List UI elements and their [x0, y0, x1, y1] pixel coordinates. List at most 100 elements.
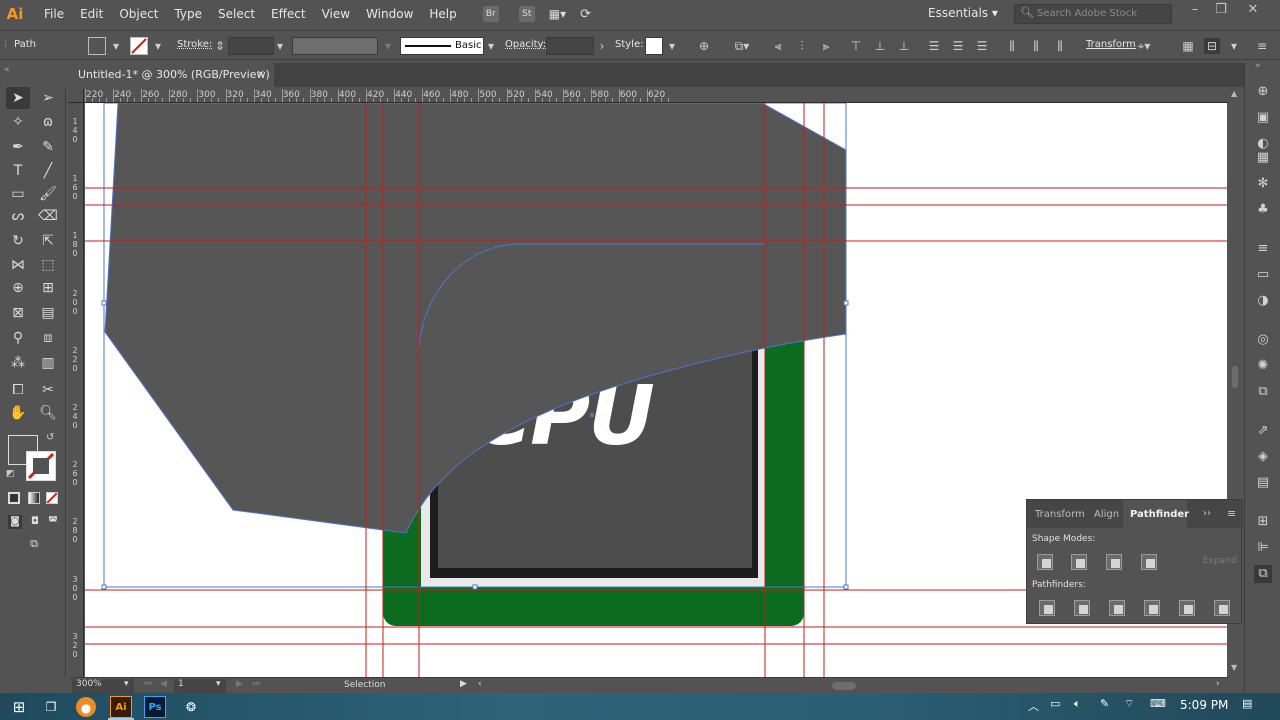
stroke-weight-field[interactable] [228, 37, 274, 55]
task-view-icon[interactable]: ❐ [40, 696, 62, 718]
distribute-center-icon[interactable]: ☰ [950, 38, 966, 54]
zoom-field[interactable]: 300% ▾ [72, 679, 134, 693]
distribute-bottom-icon[interactable]: ☰ [974, 38, 990, 54]
search-stock-input[interactable]: Search Adobe Stock [1014, 4, 1172, 24]
paintbrush-tool-icon[interactable]: 🖌︎ [36, 183, 60, 205]
panel-menu-icon[interactable]: ≡ [1227, 507, 1236, 520]
perspective-grid-tool-icon[interactable]: ⊞ [36, 277, 60, 299]
style-dropdown-icon[interactable]: ▾ [664, 38, 680, 54]
firefox-icon[interactable]: ● [76, 697, 96, 717]
gradient-tool-icon[interactable]: ▤ [36, 302, 60, 324]
ruler-corner[interactable] [68, 89, 84, 103]
first-artboard-icon[interactable]: ⏮ [144, 679, 152, 689]
anchor-point[interactable] [590, 413, 594, 417]
menu-file[interactable]: File [36, 0, 72, 28]
gradient-panel-icon[interactable]: ▭ [1254, 266, 1272, 284]
lasso-tool-icon[interactable]: ɷ [36, 111, 60, 133]
bbox-handle-bl[interactable] [101, 584, 107, 590]
zoom-tool-icon[interactable]: 🔍︎ [36, 402, 60, 424]
crop-button[interactable] [1144, 600, 1160, 616]
menu-view[interactable]: View [314, 0, 358, 28]
column-graph-tool-icon[interactable]: ▥ [36, 352, 60, 374]
shaper-tool-icon[interactable]: ᔕ [6, 205, 30, 227]
stroke-stepper-icon[interactable]: ⇕ [212, 38, 228, 54]
slice-tool-icon[interactable]: ✂ [36, 379, 60, 401]
artboard-dropdown-icon[interactable]: ▾ [216, 679, 221, 689]
bbox-handle-br[interactable] [843, 584, 849, 590]
align-right-icon[interactable]: ⫸ [818, 38, 834, 54]
default-colors-icon[interactable]: ◩ [6, 469, 15, 479]
gradient-mode-icon[interactable] [28, 492, 40, 504]
pathfinder-panel-icon[interactable]: ⧉ [1254, 565, 1272, 583]
align-center-v-icon[interactable]: ⊥ [872, 38, 888, 54]
divide-button[interactable] [1039, 600, 1055, 616]
transform-link[interactable]: Transform [1086, 39, 1136, 50]
hand-tool-icon[interactable]: ✋ [6, 402, 30, 424]
direct-selection-tool-icon[interactable]: ➢ [36, 87, 60, 109]
trim-button[interactable] [1074, 600, 1090, 616]
wifi-icon[interactable]: ⌔ [1124, 697, 1134, 711]
status-menu-icon[interactable]: ▶ [460, 679, 467, 689]
graphic-styles-icon[interactable]: ✺ [1254, 357, 1272, 375]
blend-tool-icon[interactable]: ⧈ [36, 327, 60, 349]
draw-behind-icon[interactable]: ◘ [28, 515, 42, 529]
shape-builder-tool-icon[interactable]: ⊕ [6, 277, 30, 299]
vertical-scroll-thumb[interactable] [1232, 366, 1238, 388]
stroke-dropdown-icon[interactable]: ▾ [150, 38, 166, 54]
control-menu-lines-icon[interactable]: ≡ [1254, 38, 1270, 54]
tools-collapse-icon[interactable]: « [4, 65, 10, 75]
libraries-icon[interactable]: ⊕ [1254, 83, 1272, 101]
dock-collapse-icon[interactable]: » [1255, 61, 1261, 71]
document-tab[interactable]: Untitled-1* @ 300% (RGB/Preview) × [70, 63, 274, 87]
minimize-button[interactable]: – [1184, 2, 1206, 22]
artboard-tool-icon[interactable]: ⧠ [6, 379, 30, 401]
photoshop-taskbar-icon[interactable]: Ps [144, 696, 166, 718]
control-menu-icon[interactable]: ▾ [1226, 38, 1242, 54]
menu-select[interactable]: Select [210, 0, 263, 28]
network-icon[interactable]: ▭ [1050, 697, 1060, 710]
mesh-tool-icon[interactable]: ⊠ [6, 302, 30, 324]
export-icon[interactable]: ⇗ [1254, 422, 1272, 440]
minus-back-button[interactable] [1214, 600, 1230, 616]
reference-point-icon[interactable]: ⌖▾ [1136, 38, 1152, 54]
recolor-artwork-icon[interactable]: ⊕ [696, 38, 712, 54]
bbox-handle-ml[interactable] [101, 300, 107, 306]
profile-dropdown-icon[interactable]: ▾ [380, 38, 396, 54]
scale-tool-icon[interactable]: ⇱ [36, 230, 60, 252]
bbox-handle-mr[interactable] [843, 300, 849, 306]
magic-wand-tool-icon[interactable]: ✧ [6, 111, 30, 133]
width-tool-icon[interactable]: ⋈ [6, 254, 30, 276]
menu-edit[interactable]: Edit [72, 0, 111, 28]
menu-type[interactable]: Type [166, 0, 210, 28]
tab-pathfinder[interactable]: Pathfinder [1130, 509, 1189, 520]
stock-button[interactable]: St [518, 6, 535, 22]
opacity-field[interactable] [546, 37, 594, 55]
workspace-switcher[interactable]: Essentials ▾ [928, 6, 998, 20]
align-panel-icon[interactable]: ⊫ [1254, 539, 1272, 557]
bridge-button[interactable]: Br [482, 6, 499, 22]
taskbar-clock[interactable]: 5:09 PM [1180, 698, 1228, 712]
menu-effect[interactable]: Effect [263, 0, 314, 28]
draw-inside-icon[interactable]: ◚ [46, 515, 60, 529]
none-mode-icon[interactable] [46, 492, 58, 504]
keyboard-icon[interactable]: ⌨ [1150, 697, 1166, 710]
unite-button[interactable] [1037, 554, 1053, 570]
rotate-tool-icon[interactable]: ↻ [6, 230, 30, 252]
scroll-down-icon[interactable]: ▼ [1231, 663, 1237, 672]
align-left-icon[interactable]: ⫷ [770, 38, 786, 54]
expand-button[interactable]: Expand [1203, 556, 1237, 566]
distribute-left-icon[interactable]: ⫼ [1004, 38, 1020, 54]
zoom-dropdown-icon[interactable]: ▾ [124, 679, 129, 689]
windows-start-icon[interactable]: ⊞ [8, 696, 30, 718]
illustrator-taskbar-icon[interactable]: Ai [110, 696, 132, 718]
distribute-hcenter-icon[interactable]: ⫼ [1028, 38, 1044, 54]
appearance-icon[interactable]: ◎ [1254, 331, 1272, 349]
line-segment-tool-icon[interactable]: ╱ [36, 160, 60, 182]
layers-icon[interactable]: ◈ [1254, 448, 1272, 466]
minus-front-button[interactable] [1071, 554, 1087, 570]
swap-fill-stroke-icon[interactable]: ↺ [46, 432, 54, 443]
screen-mode-icon[interactable]: ⧉ [24, 537, 44, 551]
type-tool-icon[interactable]: T [6, 160, 30, 182]
fill-swatch[interactable] [88, 37, 106, 55]
scroll-up-icon[interactable]: ▲ [1231, 89, 1237, 98]
